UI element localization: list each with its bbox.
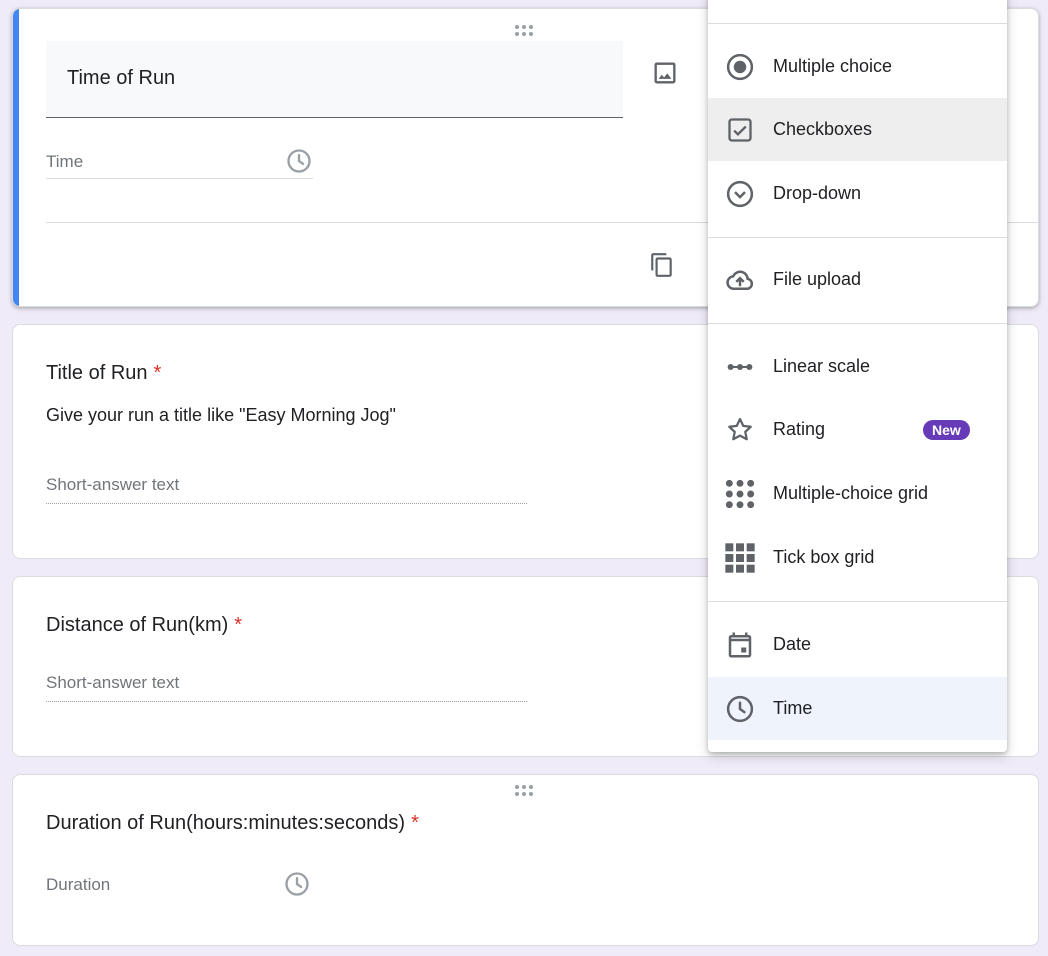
menu-divider xyxy=(708,23,1007,24)
cloud-upload-icon xyxy=(724,264,756,296)
time-placeholder: Time xyxy=(46,152,84,171)
linear-scale-icon xyxy=(724,351,756,383)
clock-icon xyxy=(285,147,313,175)
question-title-input[interactable]: Time of Run xyxy=(46,41,623,118)
menu-item-label: Multiple choice xyxy=(773,56,893,76)
question-title: Title of Run * xyxy=(46,362,161,385)
short-answer-field: Short-answer text xyxy=(46,475,527,504)
menu-item-label: Rating xyxy=(773,419,826,439)
radio-icon xyxy=(724,51,756,83)
menu-item-rating[interactable]: Rating New xyxy=(708,398,1007,461)
question-type-menu: Multiple choice Checkboxes Drop-down Fil… xyxy=(708,0,1007,752)
menu-item-drop-down[interactable]: Drop-down xyxy=(708,162,1007,225)
time-answer-field: Time xyxy=(46,145,313,179)
menu-item-label: File upload xyxy=(773,269,862,289)
menu-item-multiple-choice-grid[interactable]: Multiple-choice grid xyxy=(708,462,1007,525)
required-mark: * xyxy=(234,614,243,636)
menu-item-time[interactable]: Time xyxy=(708,677,1007,740)
menu-divider xyxy=(708,323,1007,324)
menu-item-file-upload[interactable]: File upload xyxy=(708,248,1007,311)
question-title-text: Distance of Run(km) xyxy=(46,614,229,636)
menu-item-label: Checkboxes xyxy=(773,119,873,139)
calendar-icon xyxy=(724,629,756,661)
menu-item-date[interactable]: Date xyxy=(708,613,1007,676)
image-icon[interactable] xyxy=(651,59,679,87)
question-title-text: Title of Run xyxy=(46,362,148,384)
square-grid-icon xyxy=(724,542,756,574)
menu-item-label: Time xyxy=(773,698,813,718)
question-description: Give your run a title like "Easy Morning… xyxy=(46,405,396,425)
menu-item-linear-scale[interactable]: Linear scale xyxy=(708,335,1007,398)
checkbox-icon xyxy=(724,114,756,146)
menu-divider xyxy=(708,237,1007,238)
dot-grid-icon xyxy=(724,478,756,510)
menu-item-label: Tick box grid xyxy=(773,547,875,567)
question-title: Distance of Run(km) * xyxy=(46,614,242,637)
menu-item-label: Date xyxy=(773,634,812,654)
drag-handle-icon[interactable] xyxy=(515,785,537,797)
duration-placeholder: Duration xyxy=(46,875,111,894)
menu-item-label: Drop-down xyxy=(773,183,862,203)
star-icon xyxy=(724,414,756,446)
menu-item-checkboxes[interactable]: Checkboxes xyxy=(708,98,1007,161)
short-answer-field: Short-answer text xyxy=(46,673,527,702)
required-mark: * xyxy=(411,812,419,834)
required-mark: * xyxy=(153,362,162,384)
menu-item-label: Multiple-choice grid xyxy=(773,483,929,503)
question-title-text: Duration of Run(hours:minutes:seconds) xyxy=(46,812,406,834)
menu-divider xyxy=(708,601,1007,602)
question-title: Duration of Run(hours:minutes:seconds) * xyxy=(46,812,419,835)
menu-item-label: Linear scale xyxy=(773,356,871,376)
menu-item-tick-box-grid[interactable]: Tick box grid xyxy=(708,526,1007,589)
clock-icon xyxy=(724,693,756,725)
clock-icon xyxy=(283,870,311,898)
dropdown-icon xyxy=(724,178,756,210)
new-badge: New xyxy=(923,419,970,440)
copy-icon[interactable] xyxy=(649,251,675,279)
drag-handle-icon[interactable] xyxy=(515,25,537,37)
question-card-duration-of-run[interactable]: Duration of Run(hours:minutes:seconds) * … xyxy=(12,774,1039,946)
menu-item-multiple-choice[interactable]: Multiple choice xyxy=(708,35,1007,98)
